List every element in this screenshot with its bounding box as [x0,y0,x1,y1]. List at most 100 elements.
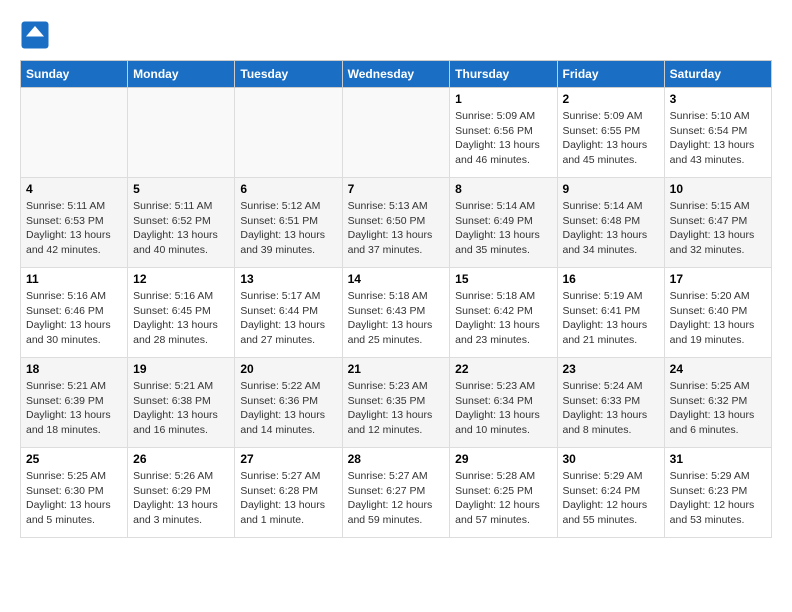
day-info: Sunrise: 5:27 AM Sunset: 6:28 PM Dayligh… [240,469,336,528]
day-info: Sunrise: 5:23 AM Sunset: 6:34 PM Dayligh… [455,379,551,438]
day-number: 4 [26,182,122,196]
header-row: SundayMondayTuesdayWednesdayThursdayFrid… [21,61,772,88]
page-header [20,20,772,50]
day-cell: 5 Sunrise: 5:11 AM Sunset: 6:52 PM Daylig… [128,178,235,268]
day-header-tuesday: Tuesday [235,61,342,88]
day-info: Sunrise: 5:17 AM Sunset: 6:44 PM Dayligh… [240,289,336,348]
day-number: 12 [133,272,229,286]
day-number: 15 [455,272,551,286]
week-row-5: 25 Sunrise: 5:25 AM Sunset: 6:30 PM Dayli… [21,448,772,538]
day-cell: 4 Sunrise: 5:11 AM Sunset: 6:53 PM Daylig… [21,178,128,268]
day-number: 27 [240,452,336,466]
day-cell: 15 Sunrise: 5:18 AM Sunset: 6:42 PM Dayli… [450,268,557,358]
day-info: Sunrise: 5:28 AM Sunset: 6:25 PM Dayligh… [455,469,551,528]
day-number: 22 [455,362,551,376]
day-info: Sunrise: 5:22 AM Sunset: 6:36 PM Dayligh… [240,379,336,438]
day-cell: 30 Sunrise: 5:29 AM Sunset: 6:24 PM Dayli… [557,448,664,538]
day-cell: 14 Sunrise: 5:18 AM Sunset: 6:43 PM Dayli… [342,268,450,358]
day-number: 26 [133,452,229,466]
day-info: Sunrise: 5:26 AM Sunset: 6:29 PM Dayligh… [133,469,229,528]
day-info: Sunrise: 5:25 AM Sunset: 6:32 PM Dayligh… [670,379,766,438]
day-number: 14 [348,272,445,286]
day-info: Sunrise: 5:29 AM Sunset: 6:24 PM Dayligh… [563,469,659,528]
day-number: 1 [455,92,551,106]
day-cell: 12 Sunrise: 5:16 AM Sunset: 6:45 PM Dayli… [128,268,235,358]
day-number: 5 [133,182,229,196]
day-info: Sunrise: 5:19 AM Sunset: 6:41 PM Dayligh… [563,289,659,348]
day-cell: 6 Sunrise: 5:12 AM Sunset: 6:51 PM Daylig… [235,178,342,268]
day-cell: 29 Sunrise: 5:28 AM Sunset: 6:25 PM Dayli… [450,448,557,538]
day-info: Sunrise: 5:15 AM Sunset: 6:47 PM Dayligh… [670,199,766,258]
day-number: 6 [240,182,336,196]
day-info: Sunrise: 5:18 AM Sunset: 6:42 PM Dayligh… [455,289,551,348]
day-header-wednesday: Wednesday [342,61,450,88]
day-number: 25 [26,452,122,466]
day-cell [128,88,235,178]
day-number: 23 [563,362,659,376]
day-cell [342,88,450,178]
day-number: 9 [563,182,659,196]
week-row-1: 1 Sunrise: 5:09 AM Sunset: 6:56 PM Daylig… [21,88,772,178]
day-info: Sunrise: 5:21 AM Sunset: 6:39 PM Dayligh… [26,379,122,438]
week-row-4: 18 Sunrise: 5:21 AM Sunset: 6:39 PM Dayli… [21,358,772,448]
day-info: Sunrise: 5:14 AM Sunset: 6:49 PM Dayligh… [455,199,551,258]
day-number: 8 [455,182,551,196]
day-info: Sunrise: 5:09 AM Sunset: 6:56 PM Dayligh… [455,109,551,168]
day-number: 3 [670,92,766,106]
day-header-thursday: Thursday [450,61,557,88]
day-cell: 23Sunrise: 5:24 AM Sunset: 6:33 PM Dayli… [557,358,664,448]
day-number: 10 [670,182,766,196]
day-number: 29 [455,452,551,466]
day-info: Sunrise: 5:25 AM Sunset: 6:30 PM Dayligh… [26,469,122,528]
logo [20,20,55,50]
day-cell: 27 Sunrise: 5:27 AM Sunset: 6:28 PM Dayli… [235,448,342,538]
day-cell: 26 Sunrise: 5:26 AM Sunset: 6:29 PM Dayli… [128,448,235,538]
day-header-sunday: Sunday [21,61,128,88]
day-cell: 18 Sunrise: 5:21 AM Sunset: 6:39 PM Dayli… [21,358,128,448]
day-number: 19 [133,362,229,376]
day-cell: 31Sunrise: 5:29 AM Sunset: 6:23 PM Dayli… [664,448,771,538]
day-info: Sunrise: 5:29 AM Sunset: 6:23 PM Dayligh… [670,469,766,528]
day-number: 18 [26,362,122,376]
day-number: 17 [670,272,766,286]
day-number: 28 [348,452,445,466]
day-header-saturday: Saturday [664,61,771,88]
day-cell [21,88,128,178]
day-info: Sunrise: 5:18 AM Sunset: 6:43 PM Dayligh… [348,289,445,348]
day-number: 16 [563,272,659,286]
day-cell: 24 Sunrise: 5:25 AM Sunset: 6:32 PM Dayli… [664,358,771,448]
day-number: 30 [563,452,659,466]
day-cell: 19 Sunrise: 5:21 AM Sunset: 6:38 PM Dayli… [128,358,235,448]
day-header-monday: Monday [128,61,235,88]
day-cell: 21 Sunrise: 5:23 AM Sunset: 6:35 PM Dayli… [342,358,450,448]
logo-icon [20,20,50,50]
day-info: Sunrise: 5:12 AM Sunset: 6:51 PM Dayligh… [240,199,336,258]
day-cell: 9 Sunrise: 5:14 AM Sunset: 6:48 PM Daylig… [557,178,664,268]
day-info: Sunrise: 5:09 AM Sunset: 6:55 PM Dayligh… [563,109,659,168]
day-number: 13 [240,272,336,286]
day-cell: 20Sunrise: 5:22 AM Sunset: 6:36 PM Dayli… [235,358,342,448]
day-info: Sunrise: 5:20 AM Sunset: 6:40 PM Dayligh… [670,289,766,348]
day-info: Sunrise: 5:16 AM Sunset: 6:46 PM Dayligh… [26,289,122,348]
day-info: Sunrise: 5:21 AM Sunset: 6:38 PM Dayligh… [133,379,229,438]
week-row-3: 11 Sunrise: 5:16 AM Sunset: 6:46 PM Dayli… [21,268,772,358]
day-cell: 13 Sunrise: 5:17 AM Sunset: 6:44 PM Dayli… [235,268,342,358]
day-cell: 16 Sunrise: 5:19 AM Sunset: 6:41 PM Dayli… [557,268,664,358]
day-number: 24 [670,362,766,376]
day-cell: 7Sunrise: 5:13 AM Sunset: 6:50 PM Daylig… [342,178,450,268]
day-info: Sunrise: 5:27 AM Sunset: 6:27 PM Dayligh… [348,469,445,528]
day-cell: 25 Sunrise: 5:25 AM Sunset: 6:30 PM Dayli… [21,448,128,538]
day-cell: 28 Sunrise: 5:27 AM Sunset: 6:27 PM Dayli… [342,448,450,538]
day-info: Sunrise: 5:16 AM Sunset: 6:45 PM Dayligh… [133,289,229,348]
day-info: Sunrise: 5:11 AM Sunset: 6:52 PM Dayligh… [133,199,229,258]
day-number: 21 [348,362,445,376]
day-number: 11 [26,272,122,286]
day-cell: 2Sunrise: 5:09 AM Sunset: 6:55 PM Daylig… [557,88,664,178]
day-cell: 3Sunrise: 5:10 AM Sunset: 6:54 PM Daylig… [664,88,771,178]
day-cell [235,88,342,178]
day-info: Sunrise: 5:23 AM Sunset: 6:35 PM Dayligh… [348,379,445,438]
week-row-2: 4 Sunrise: 5:11 AM Sunset: 6:53 PM Daylig… [21,178,772,268]
day-number: 7 [348,182,445,196]
day-info: Sunrise: 5:14 AM Sunset: 6:48 PM Dayligh… [563,199,659,258]
day-info: Sunrise: 5:11 AM Sunset: 6:53 PM Dayligh… [26,199,122,258]
